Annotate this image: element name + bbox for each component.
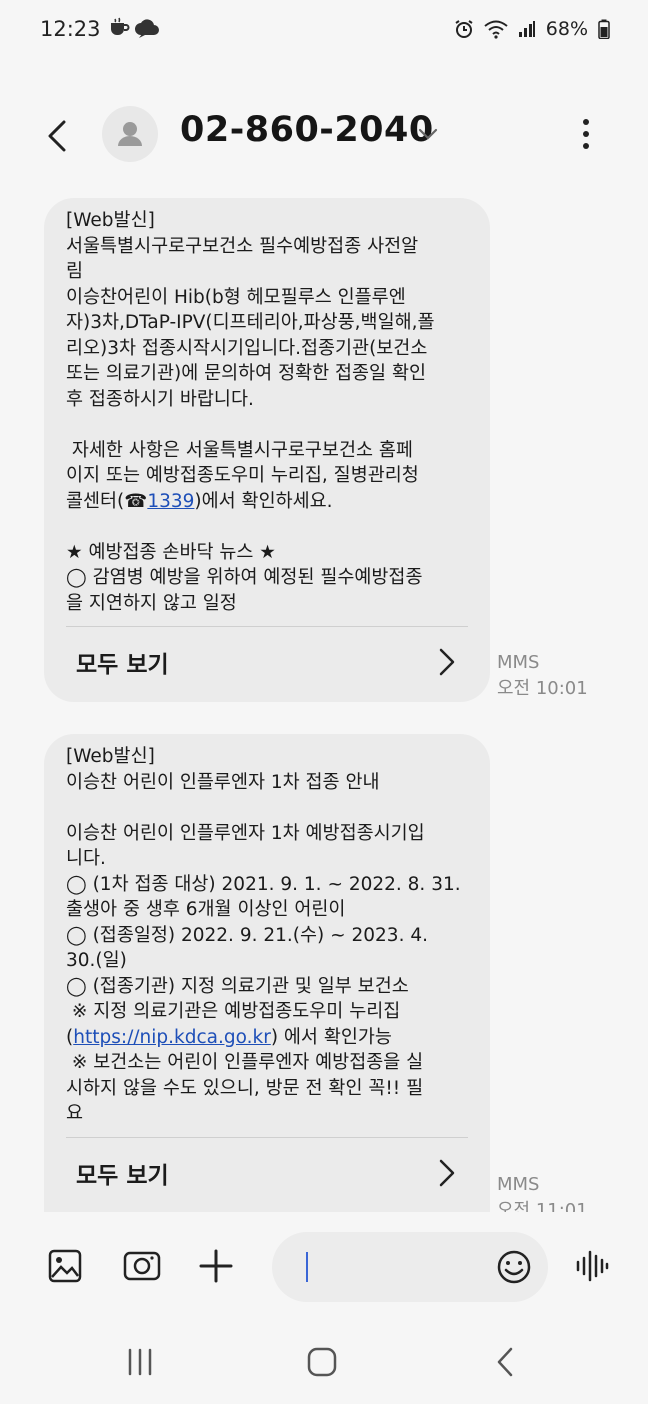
recent-apps-icon[interactable] [120, 1342, 160, 1382]
status-time: 12:23 [40, 17, 101, 41]
chevron-down-icon[interactable] [416, 122, 440, 146]
wifi-icon [484, 20, 508, 39]
add-icon[interactable] [196, 1246, 236, 1286]
coffee-icon [111, 17, 130, 35]
battery-percent: 68% [545, 18, 588, 40]
back-nav-icon[interactable] [486, 1342, 526, 1382]
camera-icon[interactable] [122, 1246, 162, 1286]
view-all-button[interactable]: 모두 보기 [66, 1138, 468, 1208]
view-all-label: 모두 보기 [76, 652, 169, 678]
signal-icon [518, 21, 535, 37]
url-link[interactable]: https://nip.kdca.go.kr [73, 1027, 271, 1048]
navigation-bar [0, 1320, 648, 1404]
cloud-chat-icon [135, 19, 159, 38]
emoji-icon[interactable] [494, 1247, 534, 1287]
voice-icon[interactable] [572, 1246, 612, 1286]
status-bar: 12:23 68% [0, 0, 648, 62]
alarm-icon [455, 20, 473, 38]
back-arrow-icon[interactable] [36, 114, 80, 158]
message-time: 오전 10:01 [497, 678, 588, 699]
contact-number[interactable]: 02-860-2040 [180, 110, 434, 150]
avatar[interactable] [102, 106, 158, 162]
message-meta: MMS 오전 10:01 [497, 650, 588, 702]
view-all-label: 모두 보기 [76, 1162, 169, 1189]
chevron-right-icon [439, 648, 455, 676]
more-options-icon[interactable] [572, 114, 600, 154]
gallery-icon[interactable] [46, 1246, 86, 1286]
view-all-button[interactable]: 모두 보기 [66, 627, 468, 697]
phone-link[interactable]: 1339 [147, 491, 194, 512]
message-text: [Web발신] 이승찬 어린이 인플루엔자 1차 접종 안내 이승찬 어린이 인… [66, 746, 461, 1124]
compose-bar [0, 1222, 648, 1312]
message-type: MMS [497, 1174, 540, 1195]
message-text: [Web발신] 서울특별시구로구보건소 필수예방접종 사전알 림 이승찬어린이 … [66, 210, 435, 614]
message-input[interactable] [272, 1232, 548, 1302]
chevron-right-icon [439, 1159, 455, 1186]
message-bubble[interactable]: [Web발신] 이승찬 어린이 인플루엔자 1차 접종 안내 이승찬 어린이 인… [44, 734, 490, 1254]
message-type: MMS [497, 652, 540, 673]
message-bubble[interactable]: [Web발신] 서울특별시구로구보건소 필수예방접종 사전알 림 이승찬어린이 … [44, 198, 490, 702]
home-icon[interactable] [302, 1342, 342, 1382]
text-caret [306, 1252, 308, 1282]
battery-icon [598, 19, 610, 39]
conversation-header: 02-860-2040 [0, 92, 648, 178]
person-icon [118, 122, 142, 146]
